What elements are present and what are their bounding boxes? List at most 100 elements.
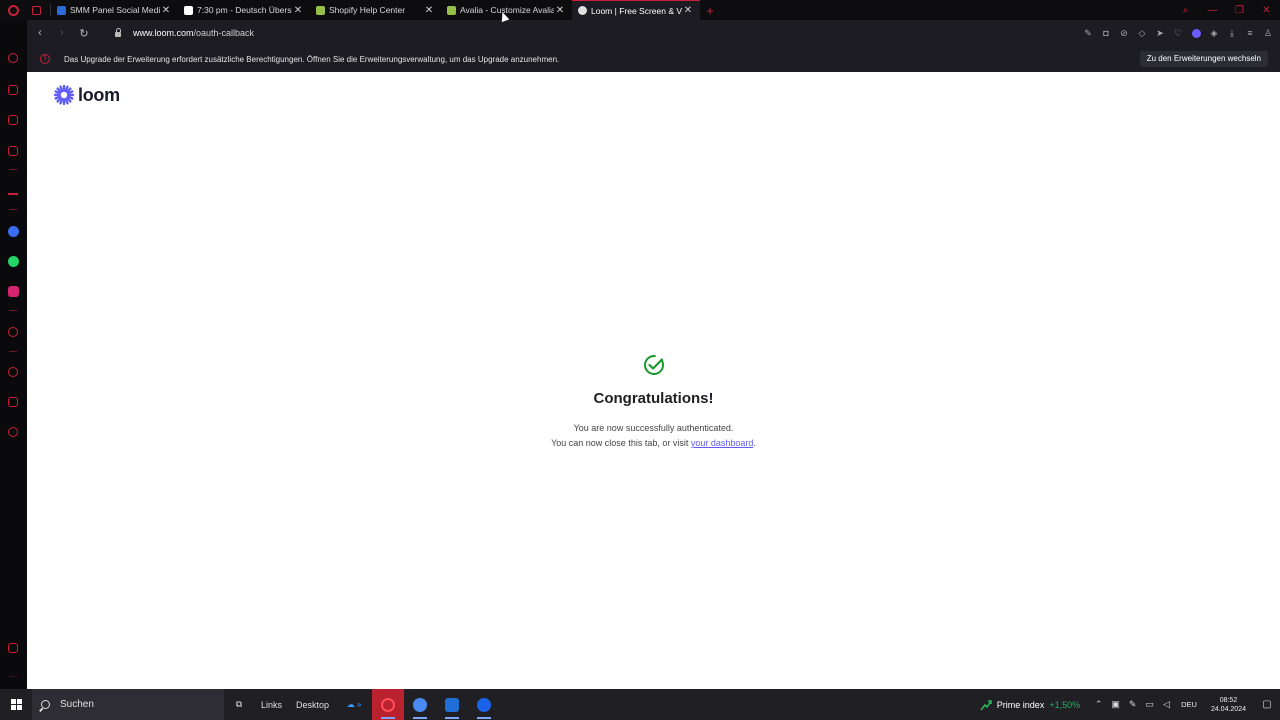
brand-name: loom (78, 84, 120, 105)
more-icon[interactable]: ··· (7, 670, 19, 682)
loom-logo[interactable]: loom (53, 84, 120, 106)
player-icon[interactable] (7, 326, 19, 338)
opera-menu-icon[interactable] (0, 0, 26, 20)
settings-icon[interactable] (7, 426, 19, 438)
taskbar-opera[interactable] (372, 689, 405, 720)
extensions-icon[interactable] (7, 396, 19, 408)
messenger-icon[interactable] (7, 225, 19, 237)
back-icon[interactable]: ‹ (29, 27, 51, 39)
banner-message: Das Upgrade der Erweiterung erfordert zu… (64, 54, 560, 64)
clock-date: 24.04.2024 (1210, 705, 1246, 713)
desktop-toolbar[interactable]: Desktop (289, 689, 336, 720)
shopify-icon (447, 5, 456, 15)
aria-icon[interactable] (7, 184, 19, 196)
shopify-icon (316, 5, 325, 15)
chevron-up-icon[interactable]: ⌃ (1090, 699, 1107, 710)
notification-center-icon[interactable]: ▢ (1254, 699, 1280, 710)
pinned-tab[interactable] (26, 0, 50, 20)
account-app-icon (445, 697, 460, 712)
onedrive-icon[interactable]: ☁ » (336, 689, 372, 720)
tab-title: SMM Panel Social Media S (70, 5, 160, 15)
page-title: Congratulations! (593, 390, 714, 407)
download-icon[interactable]: ⤓ (1226, 27, 1238, 39)
cube-icon[interactable]: ◇ (1136, 27, 1148, 39)
close-icon[interactable]: ✕ (554, 5, 566, 16)
taskbar-app-blue[interactable] (436, 689, 468, 720)
account-icon[interactable]: ♙ (1262, 27, 1274, 39)
volume-icon[interactable]: ◁ (1158, 699, 1175, 710)
history-icon[interactable] (7, 366, 19, 378)
close-tab-text: You can now close this tab, or visit (551, 438, 691, 448)
new-tab-button[interactable]: + (700, 3, 720, 18)
edit-icon[interactable]: ✎ (1082, 27, 1094, 39)
url-path: /oauth-callback (193, 28, 255, 38)
stock-change: +1,50% (1049, 699, 1081, 710)
whatsapp-icon[interactable] (7, 255, 19, 267)
adblock-icon[interactable]: ⊘ (1118, 27, 1130, 39)
close-icon[interactable]: ✕ (160, 5, 172, 16)
close-tab-message: You can now close this tab, or visit you… (27, 438, 1280, 448)
tab-deutsch[interactable]: 7:30 pm - Deutsch Überset ✕ (178, 0, 310, 20)
language-indicator[interactable]: DEU (1181, 700, 1197, 709)
success-panel: Congratulations! You are now successfull… (27, 354, 1280, 448)
gallery-icon[interactable] (7, 642, 19, 654)
discord-icon[interactable] (7, 145, 19, 157)
period-text: . (753, 438, 756, 448)
close-icon[interactable]: ✕ (423, 5, 435, 16)
toolbar-icons: ✎ ◘ ⊘ ◇ ➤ ♡ ◈ ⤓ ≡ ♙ (1082, 20, 1274, 46)
url-domain: www.loom.com (133, 28, 194, 38)
tab-shopify-help[interactable]: Shopify Help Center ✕ (310, 0, 441, 20)
close-icon[interactable]: ✕ (682, 5, 694, 16)
speed-dial-icon[interactable] (7, 52, 19, 64)
taskbar-browser[interactable] (468, 689, 500, 720)
sidebar-divider (9, 351, 17, 352)
sidebar-divider (9, 169, 17, 170)
twitch-icon[interactable] (7, 114, 19, 126)
close-window-icon[interactable]: ✕ (1253, 5, 1280, 16)
bag-icon[interactable] (7, 84, 19, 96)
extension-loom-icon[interactable] (1190, 27, 1202, 39)
links-toolbar[interactable]: Links (254, 689, 289, 720)
dashboard-link[interactable]: your dashboard (691, 438, 754, 448)
tab-smm-panel[interactable]: SMM Panel Social Media S ✕ (51, 0, 178, 20)
lock-icon[interactable] (109, 28, 127, 37)
sidebar-divider (9, 209, 17, 210)
tab-loom[interactable]: Loom | Free Screen & Vide ✕ (572, 0, 700, 20)
auth-message: You are now successfully authenticated. (573, 423, 734, 433)
search-label: Suchen (60, 699, 94, 710)
clock[interactable]: 08:52 24.04.2024 (1211, 696, 1246, 714)
taskbar: Suchen ⧉ Links Desktop ☁ » Prime index +… (0, 689, 1280, 720)
gamepad-icon (32, 5, 41, 15)
opera-icon (381, 697, 396, 712)
screen: SMM Panel Social Media S ✕ 7:30 pm - Deu… (0, 0, 1280, 720)
stock-widget[interactable]: Prime index +1,50% (980, 699, 1080, 711)
sidebar: ··· (0, 20, 27, 689)
tab-title: 7:30 pm - Deutsch Überset (197, 5, 292, 15)
favicon-icon (57, 5, 66, 15)
instagram-icon[interactable] (7, 285, 19, 297)
battery-icon[interactable]: ▭ (1141, 699, 1158, 710)
stock-name: Prime index (996, 699, 1045, 710)
forward-icon[interactable]: › (51, 27, 73, 39)
heart-icon[interactable]: ♡ (1172, 27, 1184, 39)
reload-icon[interactable]: ↻ (73, 27, 95, 40)
menu-icon[interactable]: ≡ (1244, 27, 1256, 39)
send-icon[interactable]: ➤ (1154, 27, 1166, 39)
search-tabs-icon[interactable]: ⌕ (1172, 5, 1199, 16)
taskbar-search[interactable]: Suchen (32, 689, 224, 720)
network-icon[interactable]: ▣ (1107, 699, 1124, 710)
wallet-icon[interactable]: ◈ (1208, 27, 1220, 39)
close-icon[interactable]: ✕ (292, 5, 304, 16)
task-view-icon[interactable]: ⧉ (224, 689, 254, 720)
start-button[interactable] (0, 689, 32, 720)
pen-icon[interactable]: ✎ (1124, 699, 1141, 710)
search-icon (41, 700, 50, 709)
tab-title: Loom | Free Screen & Vide (591, 5, 682, 16)
restore-icon[interactable]: ❐ (1226, 5, 1253, 16)
go-to-extensions-button[interactable]: Zu den Erweiterungen wechseln (1139, 51, 1268, 67)
taskbar-chrome[interactable] (404, 689, 436, 720)
camera-icon[interactable]: ◘ (1100, 27, 1112, 39)
address-field[interactable]: www.loom.com/oauth-callback (133, 28, 254, 38)
minimize-icon[interactable]: — (1199, 5, 1226, 16)
page-content: loom Congratulations! You are now succes… (27, 72, 1280, 689)
